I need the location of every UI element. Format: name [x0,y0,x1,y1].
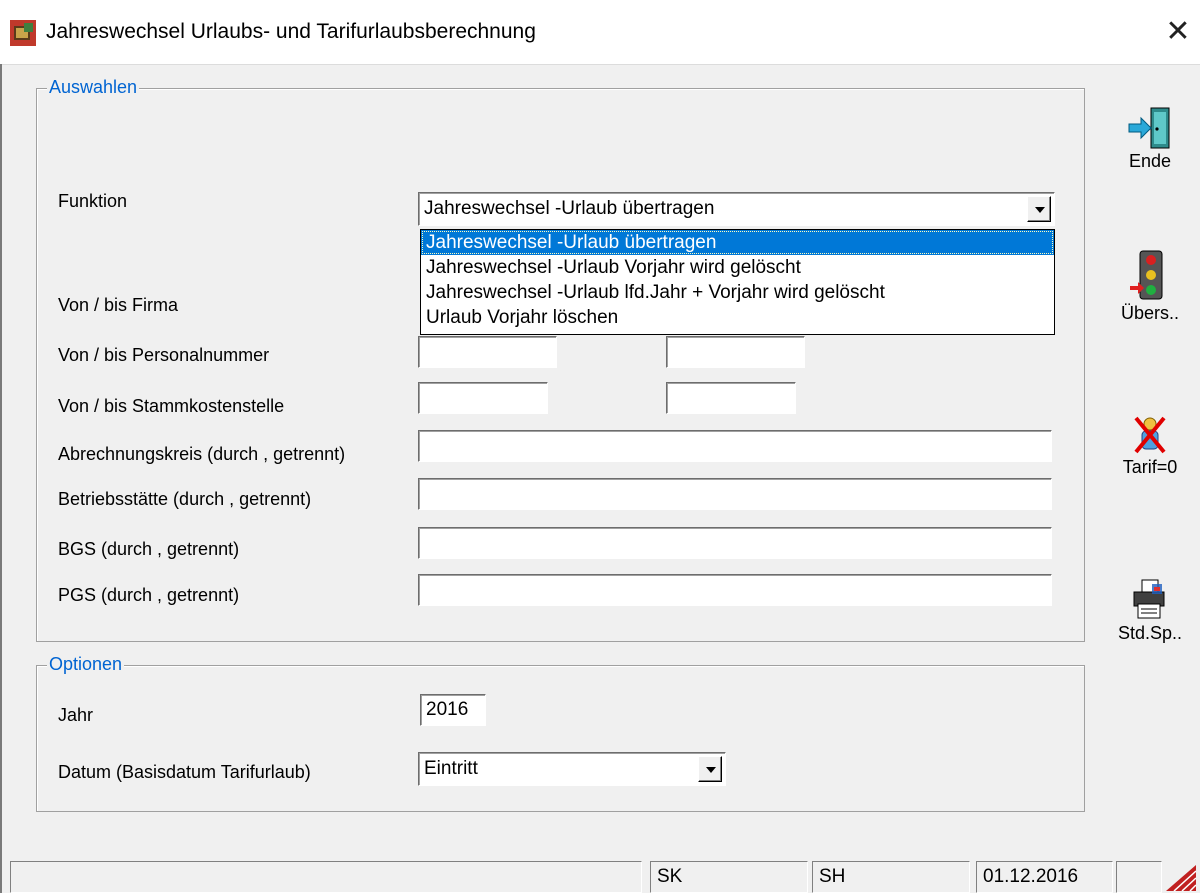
resize-grip-icon[interactable] [1166,865,1196,891]
betriebsstaette-label: Betriebsstätte (durch , getrennt) [58,489,312,509]
optionen-group: Optionen [36,653,1085,812]
std-sp-label: Std.Sp.. [1117,623,1183,643]
personalnummer-from-field[interactable] [418,336,557,368]
jahr-label: Jahr [58,705,94,725]
ende-button[interactable]: Ende [1108,106,1192,172]
traffic-light-icon [1130,250,1163,300]
personalnummer-to-field[interactable] [666,336,805,368]
funktion-label: Funktion [58,191,128,211]
optionen-legend: Optionen [47,653,125,675]
printer-icon [1133,579,1165,619]
pgs-field[interactable] [418,574,1052,606]
status-panel [1116,861,1162,893]
funktion-dropdown-list[interactable]: Jahreswechsel -Urlaub übertragen Jahresw… [420,229,1055,335]
betriebsstaette-field[interactable] [418,478,1052,510]
uebersicht-button[interactable]: Übers.. [1108,250,1192,324]
stammkostenstelle-to-field[interactable] [666,382,796,414]
datum-select[interactable]: Eintritt [418,752,726,786]
personalnummer-label: Von / bis Personalnummer [58,345,270,365]
status-panel: SH [812,861,970,893]
dropdown-option[interactable]: Jahreswechsel -Urlaub Vorjahr wird gelös… [421,255,1054,280]
tarif-label: Tarif=0 [1122,457,1178,477]
window-title: Jahreswechsel Urlaubs- und Tarifurlaubsb… [46,20,536,43]
funktion-select[interactable]: Jahreswechsel -Urlaub übertragen [418,192,1055,226]
title-bar[interactable]: Jahreswechsel Urlaubs- und Tarifurlaubsb… [0,0,1200,65]
dialog-window: Jahreswechsel Urlaubs- und Tarifurlaubsb… [0,0,1200,893]
exit-door-icon [1128,107,1170,149]
tarif-button[interactable]: Tarif=0 [1108,414,1192,478]
dropdown-option[interactable]: Jahreswechsel -Urlaub übertragen [421,230,1054,255]
bgs-label: BGS (durch , getrennt) [58,539,240,559]
auswahlen-legend: Auswahlen [47,76,140,98]
uebersicht-label: Übers.. [1120,303,1180,323]
jahr-field[interactable]: 2016 [420,694,486,726]
abrechnungskreis-field[interactable] [418,430,1052,462]
bgs-field[interactable] [418,527,1052,559]
person-crossed-icon [1134,416,1166,454]
status-panel [10,861,642,893]
status-panel: SK [650,861,808,893]
chevron-down-icon[interactable] [698,756,722,782]
stammkostenstelle-from-field[interactable] [418,382,548,414]
funktion-value: Jahreswechsel -Urlaub übertragen [424,198,715,219]
dropdown-option[interactable]: Urlaub Vorjahr löschen [421,305,1054,330]
std-sp-button[interactable]: Std.Sp.. [1108,578,1192,644]
datum-label: Datum (Basisdatum Tarifurlaub) [58,762,311,782]
close-icon[interactable]: ✕ [1156,14,1200,52]
status-bar: SK SH 01.12.2016 [10,861,1200,893]
ende-label: Ende [1128,151,1172,171]
datum-value: Eintritt [424,758,478,779]
stammkostenstelle-label: Von / bis Stammkostenstelle [58,396,285,416]
chevron-down-icon[interactable] [1027,196,1051,222]
app-window-icon [10,20,36,46]
dropdown-option[interactable]: Jahreswechsel -Urlaub lfd.Jahr + Vorjahr… [421,280,1054,305]
firma-label: Von / bis Firma [58,295,179,315]
pgs-label: PGS (durch , getrennt) [58,585,240,605]
abrechnungskreis-label: Abrechnungskreis (durch , getrennt) [58,444,346,464]
window-border [0,64,2,893]
status-panel: 01.12.2016 [976,861,1113,893]
